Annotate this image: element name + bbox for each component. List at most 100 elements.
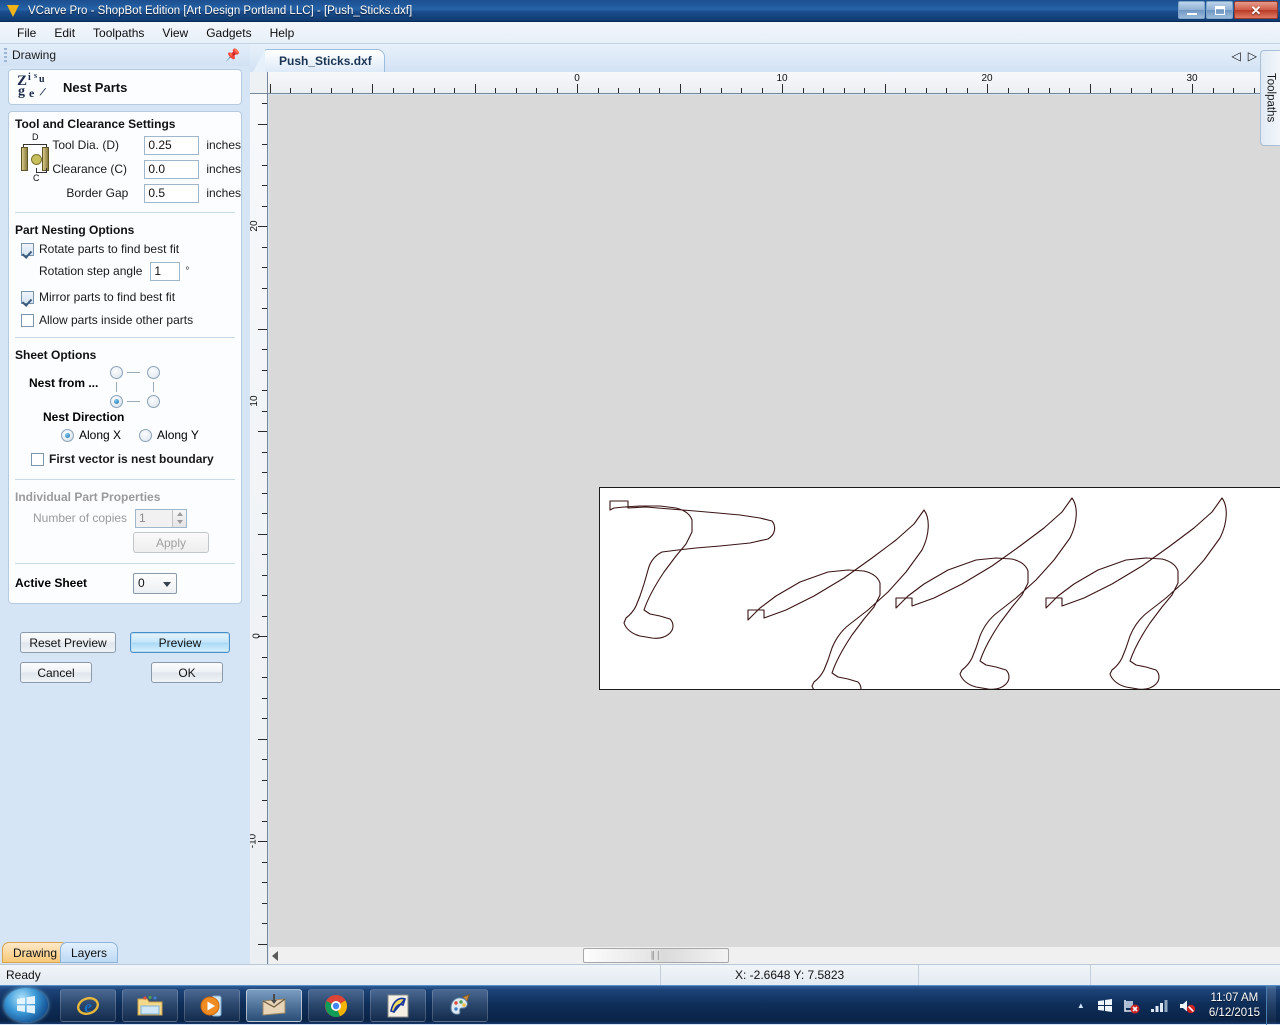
scroll-left-arrow-icon[interactable] <box>272 951 278 961</box>
horizontal-ruler: 0 10 20 30 <box>268 72 1280 94</box>
allow-inside-checkbox-row[interactable]: Allow parts inside other parts <box>9 310 241 330</box>
title-bar: VCarve Pro - ShopBot Edition [Art Design… <box>0 0 1280 22</box>
first-vector-checkbox-row[interactable]: First vector is nest boundary <box>9 449 241 469</box>
ruler-tick <box>262 554 267 555</box>
rotate-parts-checkbox[interactable] <box>21 242 34 256</box>
taskbar-clock[interactable]: 11:07 AM 6/12/2015 <box>1209 991 1260 1021</box>
ruler-tick <box>802 88 804 93</box>
vcarve-pro-icon[interactable] <box>246 989 302 1022</box>
mirror-parts-checkbox[interactable] <box>21 290 34 304</box>
ruler-tick <box>577 84 578 93</box>
reset-preview-button[interactable]: Reset Preview <box>20 632 116 653</box>
tool-dia-input[interactable] <box>144 135 200 155</box>
network-error-icon[interactable] <box>1123 998 1140 1014</box>
ruler-tick <box>262 472 267 473</box>
clock-date: 6/12/2015 <box>1208 1006 1260 1019</box>
drawing-canvas[interactable] <box>269 95 1280 964</box>
ruler-tick <box>864 88 865 93</box>
ruler-tick <box>262 369 267 371</box>
ruler-tick <box>946 88 947 93</box>
ok-button[interactable]: OK <box>151 662 223 683</box>
toolpaths-tab-label: Toolpaths <box>1264 73 1277 123</box>
menu-item-toolpaths[interactable]: Toolpaths <box>84 24 153 42</box>
active-sheet-combobox[interactable]: 0 <box>133 572 177 594</box>
stepper-arrows-icon <box>172 509 187 527</box>
push-stick-part[interactable] <box>1045 497 1227 689</box>
nest-from-bottom-right-radio[interactable] <box>147 395 161 408</box>
canvas-horizontal-scrollbar[interactable]: ∥∣ <box>269 947 1280 964</box>
menu-item-help[interactable]: Help <box>261 24 304 42</box>
pin-icon[interactable]: 📌 <box>225 48 240 62</box>
material-sheet[interactable] <box>599 487 1280 690</box>
ruler-tick <box>925 88 927 93</box>
toolpaths-side-tab[interactable]: Toolpaths <box>1260 50 1280 146</box>
show-desktop-button[interactable] <box>1266 986 1276 1025</box>
first-vector-checkbox[interactable] <box>31 452 44 466</box>
mirror-parts-checkbox-row[interactable]: Mirror parts to find best fit <box>9 287 241 307</box>
volume-muted-icon[interactable] <box>1178 998 1196 1014</box>
ruler-tick <box>262 410 267 412</box>
push-stick-part[interactable] <box>895 497 1077 689</box>
start-orb-icon[interactable] <box>4 988 48 1022</box>
ruler-tick <box>262 205 267 207</box>
ruler-tick <box>262 677 267 678</box>
windows-flag-icon[interactable] <box>1097 998 1113 1013</box>
windows-media-player-icon[interactable] <box>184 989 240 1022</box>
vertical-ruler: 20 10 0 -10 <box>250 94 268 964</box>
ruler-tick <box>1130 88 1132 93</box>
clearance-input[interactable] <box>144 159 200 179</box>
rotation-step-input[interactable] <box>150 261 181 281</box>
menu-item-view[interactable]: View <box>153 24 197 42</box>
tab-layers[interactable]: Layers <box>60 942 119 963</box>
minimize-button[interactable] <box>1178 1 1205 19</box>
rotate-parts-checkbox-row[interactable]: Rotate parts to find best fit <box>9 239 241 259</box>
panel-grip-icon[interactable] <box>4 48 7 62</box>
ruler-tick <box>331 88 332 93</box>
paint-icon[interactable] <box>432 989 488 1022</box>
zigzag-logo-icon: Zisu g e / <box>17 71 48 100</box>
chevron-up-icon[interactable]: ▲ <box>1077 1001 1085 1010</box>
nest-from-bottom-left-radio[interactable] <box>110 395 124 408</box>
maximize-button[interactable] <box>1206 1 1233 19</box>
ruler-label: 20 <box>981 73 993 84</box>
ruler-tick <box>1048 88 1050 93</box>
nest-from-top-right-radio[interactable] <box>147 366 161 379</box>
menu-item-file[interactable]: File <box>8 24 45 42</box>
allow-inside-checkbox[interactable] <box>21 313 34 327</box>
ruler-tick <box>262 882 267 883</box>
along-x-radio[interactable] <box>61 428 74 442</box>
vectric-aspire-icon[interactable] <box>370 989 426 1022</box>
ruler-label: 0 <box>574 73 580 84</box>
ruler-tick <box>597 88 599 93</box>
tab-drawing[interactable]: Drawing <box>2 942 69 963</box>
ruler-tick <box>454 88 455 93</box>
menu-item-gadgets[interactable]: Gadgets <box>197 24 260 42</box>
cancel-button[interactable]: Cancel <box>20 662 92 683</box>
google-chrome-icon[interactable] <box>308 989 364 1022</box>
mdi-prev-icon[interactable]: ◁ <box>1231 50 1240 62</box>
close-button[interactable]: ✕ <box>1234 1 1278 19</box>
ruler-tick <box>495 88 496 93</box>
ruler-tick <box>536 88 537 93</box>
ruler-tick <box>262 800 267 801</box>
ruler-tick <box>351 88 353 93</box>
internet-explorer-icon[interactable]: e <box>60 989 116 1022</box>
signal-bars-icon[interactable] <box>1150 998 1168 1013</box>
preview-button[interactable]: Preview <box>130 632 230 653</box>
ruler-label: 10 <box>776 73 788 84</box>
nest-from-top-left-radio[interactable] <box>110 366 124 379</box>
along-y-radio[interactable] <box>139 428 153 442</box>
menu-item-edit[interactable]: Edit <box>45 24 84 42</box>
tool-diameter-icon: D C <box>17 132 50 185</box>
ruler-tick <box>310 88 312 93</box>
horizontal-scroll-thumb[interactable]: ∥∣ <box>583 948 729 963</box>
push-stick-part[interactable] <box>747 509 929 689</box>
status-message: Ready <box>6 968 41 982</box>
mdi-next-icon[interactable]: ▷ <box>1248 50 1257 62</box>
document-tab-push-sticks[interactable]: Push_Sticks.dxf <box>253 49 385 72</box>
ruler-tick <box>262 390 267 391</box>
windows-explorer-icon[interactable] <box>122 989 178 1022</box>
ruler-label: 20 <box>250 220 260 232</box>
border-gap-input[interactable] <box>144 183 200 203</box>
ruler-tick <box>262 103 267 104</box>
